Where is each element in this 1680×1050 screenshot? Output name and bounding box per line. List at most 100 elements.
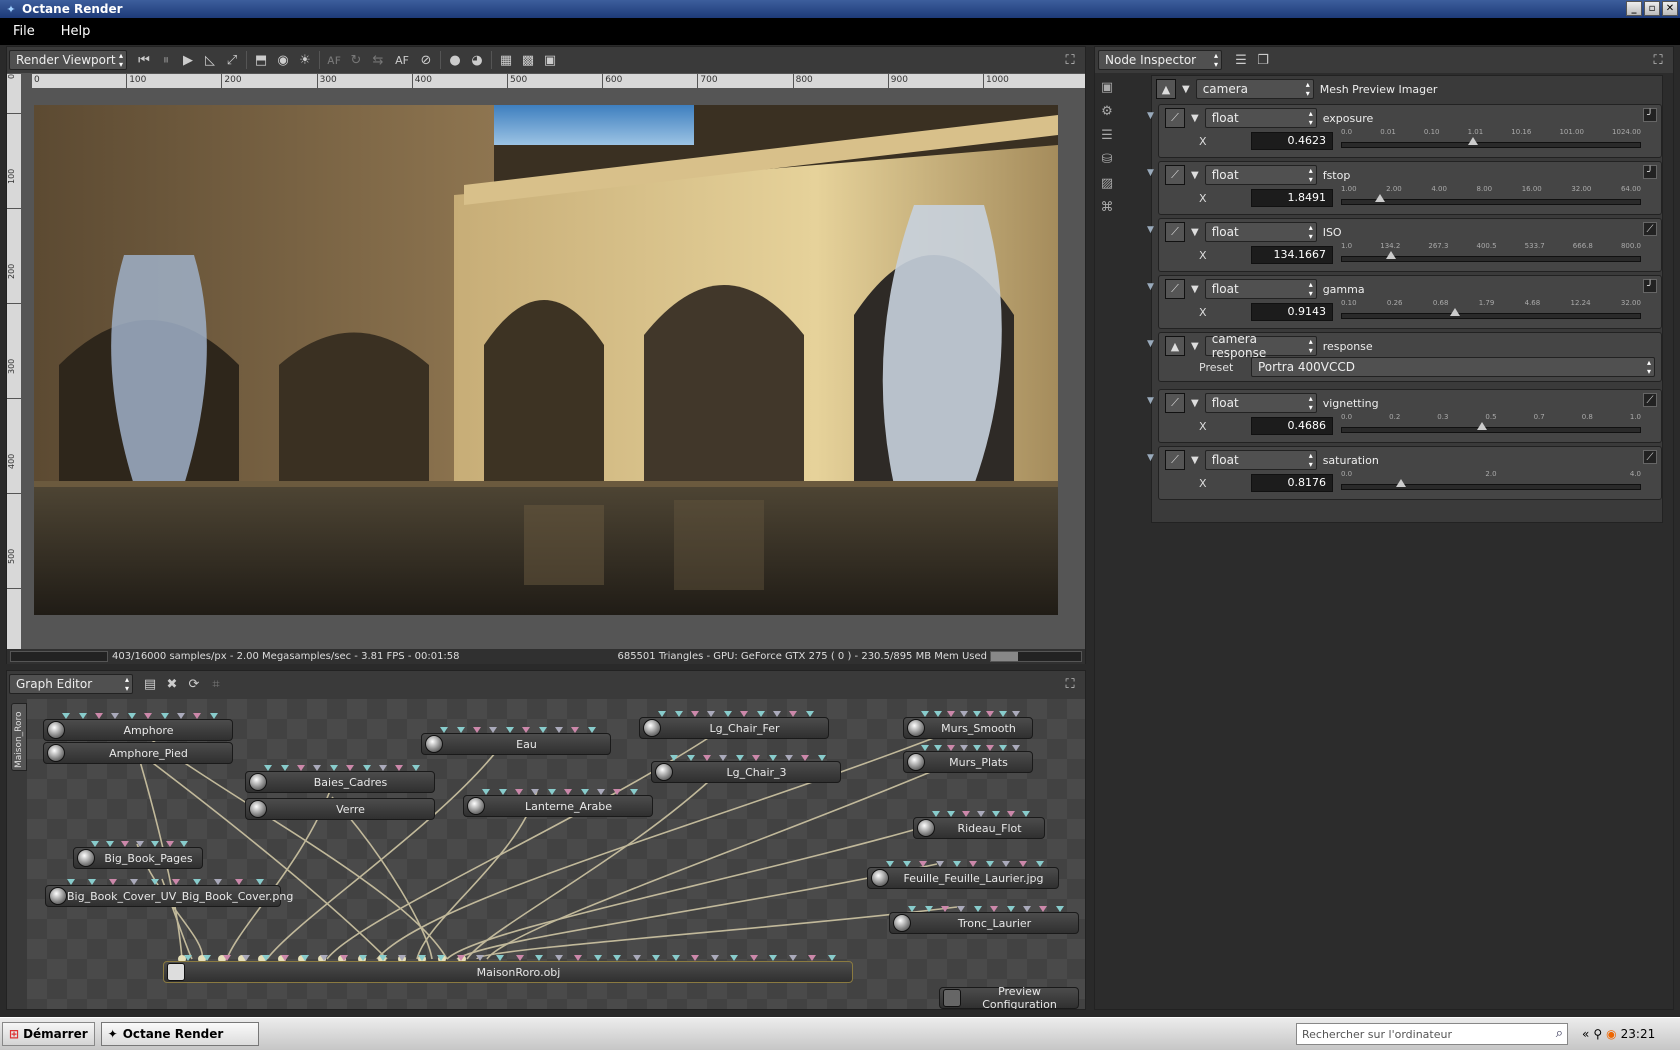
value-slider[interactable]: 0.0 2.0 4.0 bbox=[1341, 470, 1659, 496]
curve-icon[interactable]: ╯ bbox=[1643, 165, 1657, 179]
clay-render-icon[interactable]: ⊘ bbox=[415, 49, 437, 71]
node-tronc-laurier[interactable]: Tronc_Laurier bbox=[889, 906, 1079, 934]
value-slider[interactable]: 0.0 0.01 0.10 1.01 10.16 101.00 1024.00 bbox=[1341, 128, 1659, 154]
maximize-graph-icon[interactable]: ⛶ bbox=[1059, 673, 1081, 695]
collapse-triangle-icon[interactable]: ▼ bbox=[1191, 170, 1199, 181]
value-field[interactable]: 1.8491 bbox=[1251, 189, 1333, 207]
node-verre[interactable]: Verre bbox=[245, 798, 435, 820]
split-view-icon[interactable]: ▣ bbox=[539, 49, 561, 71]
node-baies-cadres[interactable]: Baies_Cadres bbox=[245, 765, 435, 793]
sphere-icon[interactable]: ◕ bbox=[466, 49, 488, 71]
object-picker-icon[interactable]: ◉ bbox=[272, 49, 294, 71]
volume-icon[interactable]: ◉ bbox=[1606, 1027, 1616, 1041]
node-amphore[interactable]: Amphore bbox=[43, 713, 233, 741]
new-node-icon[interactable]: ▤ bbox=[139, 673, 161, 695]
slider-thumb[interactable] bbox=[1450, 308, 1460, 316]
region-icon[interactable]: ▦ bbox=[495, 49, 517, 71]
database-icon[interactable]: ⛁ bbox=[1096, 148, 1118, 170]
restart-icon[interactable]: ⏮ bbox=[133, 49, 155, 71]
arrange-icon[interactable]: ⌗ bbox=[205, 673, 227, 695]
graph-side-tab[interactable]: Maison_Roro bbox=[11, 703, 27, 771]
menu-file[interactable]: File bbox=[13, 24, 35, 39]
node-eau[interactable]: Eau bbox=[421, 727, 611, 755]
refresh-icon[interactable]: ⟳ bbox=[183, 673, 205, 695]
collapse-triangle-icon[interactable]: ▼ bbox=[1182, 84, 1190, 95]
panel-selector[interactable]: Node Inspector bbox=[1098, 50, 1222, 70]
af-disabled-icon[interactable]: ᴀꜰ bbox=[323, 49, 345, 71]
search-icon[interactable]: ⌕ bbox=[1556, 1026, 1563, 1041]
maximize-viewport-icon[interactable]: ⛶ bbox=[1059, 49, 1081, 71]
checker-icon[interactable]: ▩ bbox=[517, 49, 539, 71]
collapse-triangle-icon[interactable]: ▼ bbox=[1191, 284, 1199, 295]
tray-expand-icon[interactable]: « bbox=[1582, 1027, 1589, 1041]
collapse-triangle-icon[interactable]: ▼ bbox=[1191, 341, 1199, 352]
slider-thumb[interactable] bbox=[1477, 422, 1487, 430]
maximize-button[interactable]: ▫ bbox=[1644, 1, 1660, 16]
collapse-icon[interactable]: ☰ bbox=[1230, 49, 1252, 71]
picture-icon[interactable]: ▨ bbox=[1096, 172, 1118, 194]
param-type-select[interactable]: float bbox=[1204, 222, 1317, 242]
value-slider[interactable]: 1.0 134.2 267.3 400.5 533.7 666.8 800.0 bbox=[1341, 242, 1659, 268]
linear-icon[interactable]: ⟋ bbox=[1643, 222, 1657, 236]
sun-light-icon[interactable]: ☀ bbox=[294, 49, 316, 71]
orbit-disabled-icon[interactable]: ↻ bbox=[345, 49, 367, 71]
pause-icon[interactable]: ⏸ bbox=[155, 49, 177, 71]
slider-thumb[interactable] bbox=[1385, 251, 1396, 259]
start-button[interactable]: ⊞ Démarrer bbox=[2, 1022, 95, 1046]
node-rideau-flot[interactable]: Rideau_Flot bbox=[913, 811, 1045, 839]
value-slider[interactable]: 0.0 0.2 0.3 0.5 0.7 0.8 1.0 bbox=[1341, 413, 1659, 439]
node-feuille-laurier[interactable]: Feuille_Feuille_Laurier.jpg bbox=[867, 861, 1059, 889]
render-image[interactable] bbox=[34, 105, 1058, 615]
collapse-triangle-icon[interactable]: ▼ bbox=[1191, 398, 1199, 409]
network-icon[interactable]: ⚲ bbox=[1593, 1027, 1602, 1041]
copy-icon[interactable]: ❐ bbox=[1252, 49, 1274, 71]
image-icon[interactable]: ▣ bbox=[1096, 76, 1118, 98]
node-murs-smooth[interactable]: Murs_Smooth bbox=[903, 711, 1033, 739]
node-amphore-pied[interactable]: Amphore_Pied bbox=[43, 742, 233, 764]
node-maisonroro-obj[interactable]: MaisonRoro.obj bbox=[163, 955, 853, 983]
node-lg-chair-3[interactable]: Lg_Chair_3 bbox=[651, 755, 841, 783]
taskbar-octane-render[interactable]: ✦ Octane Render bbox=[100, 1022, 259, 1046]
param-type-select[interactable]: float bbox=[1204, 393, 1317, 413]
curve-icon[interactable]: ╯ bbox=[1643, 108, 1657, 122]
material-picker-icon[interactable]: ⬒ bbox=[250, 49, 272, 71]
node-big-book-pages[interactable]: Big_Book_Pages bbox=[73, 841, 203, 869]
autofocus-button[interactable]: AF bbox=[389, 49, 415, 71]
collapse-triangle-icon[interactable]: ▼ bbox=[1191, 455, 1199, 466]
value-slider[interactable]: 0.10 0.26 0.68 1.79 4.68 12.24 32.00 bbox=[1341, 299, 1659, 325]
curve-icon[interactable]: ╯ bbox=[1643, 279, 1657, 293]
graph-canvas[interactable]: Amphore Amphore_Pied Eau Lg_Chair_Fer Mu… bbox=[27, 699, 1085, 1009]
maximize-inspector-icon[interactable]: ⛶ bbox=[1647, 49, 1669, 71]
node-lanterne-arabe[interactable]: Lanterne_Arabe bbox=[463, 789, 653, 817]
linear-icon[interactable]: ⟋ bbox=[1643, 450, 1657, 464]
delete-node-icon[interactable]: ✖ bbox=[161, 673, 183, 695]
settings-icon[interactable]: ⚙ bbox=[1096, 100, 1118, 122]
camera-type-select[interactable]: camera bbox=[1195, 79, 1314, 99]
node-murs-plats[interactable]: Murs_Plats bbox=[903, 745, 1033, 773]
node-lg-chair-fer[interactable]: Lg_Chair_Fer bbox=[639, 711, 829, 739]
node-big-book-cover[interactable]: Big_Book_Cover_UV_Big_Book_Cover.png bbox=[45, 879, 293, 907]
value-slider[interactable]: 1.00 2.00 4.00 8.00 16.00 32.00 64.00 bbox=[1341, 185, 1659, 211]
collapse-triangle-icon[interactable]: ▼ bbox=[1191, 113, 1199, 124]
pan-disabled-icon[interactable]: ⇆ bbox=[367, 49, 389, 71]
node-preview-configuration[interactable]: Preview Configuration bbox=[939, 985, 1079, 1009]
slider-thumb[interactable] bbox=[1375, 194, 1385, 202]
response-type-select[interactable]: camera response bbox=[1204, 332, 1317, 360]
menu-help[interactable]: Help bbox=[61, 24, 91, 39]
recenter-icon[interactable]: ⤢ bbox=[221, 49, 243, 71]
slider-thumb[interactable] bbox=[1396, 479, 1406, 487]
pick-focus-icon[interactable]: ◺ bbox=[199, 49, 221, 71]
panel-selector[interactable]: Graph Editor bbox=[9, 674, 133, 694]
param-type-select[interactable]: float bbox=[1204, 108, 1317, 128]
value-field[interactable]: 0.8176 bbox=[1251, 474, 1333, 492]
linear-icon[interactable]: ⟋ bbox=[1643, 393, 1657, 407]
panel-selector[interactable]: Render Viewport bbox=[9, 50, 127, 70]
collapse-triangle-icon[interactable]: ▼ bbox=[1191, 227, 1199, 238]
minimize-button[interactable]: _ bbox=[1626, 1, 1642, 16]
close-button[interactable]: ✕ bbox=[1662, 1, 1678, 16]
preset-select[interactable]: Portra 400VCCD bbox=[1251, 357, 1655, 377]
play-icon[interactable]: ▶ bbox=[177, 49, 199, 71]
param-type-select[interactable]: float bbox=[1204, 165, 1317, 185]
slider-thumb[interactable] bbox=[1468, 137, 1478, 145]
param-type-select[interactable]: float bbox=[1204, 279, 1317, 299]
